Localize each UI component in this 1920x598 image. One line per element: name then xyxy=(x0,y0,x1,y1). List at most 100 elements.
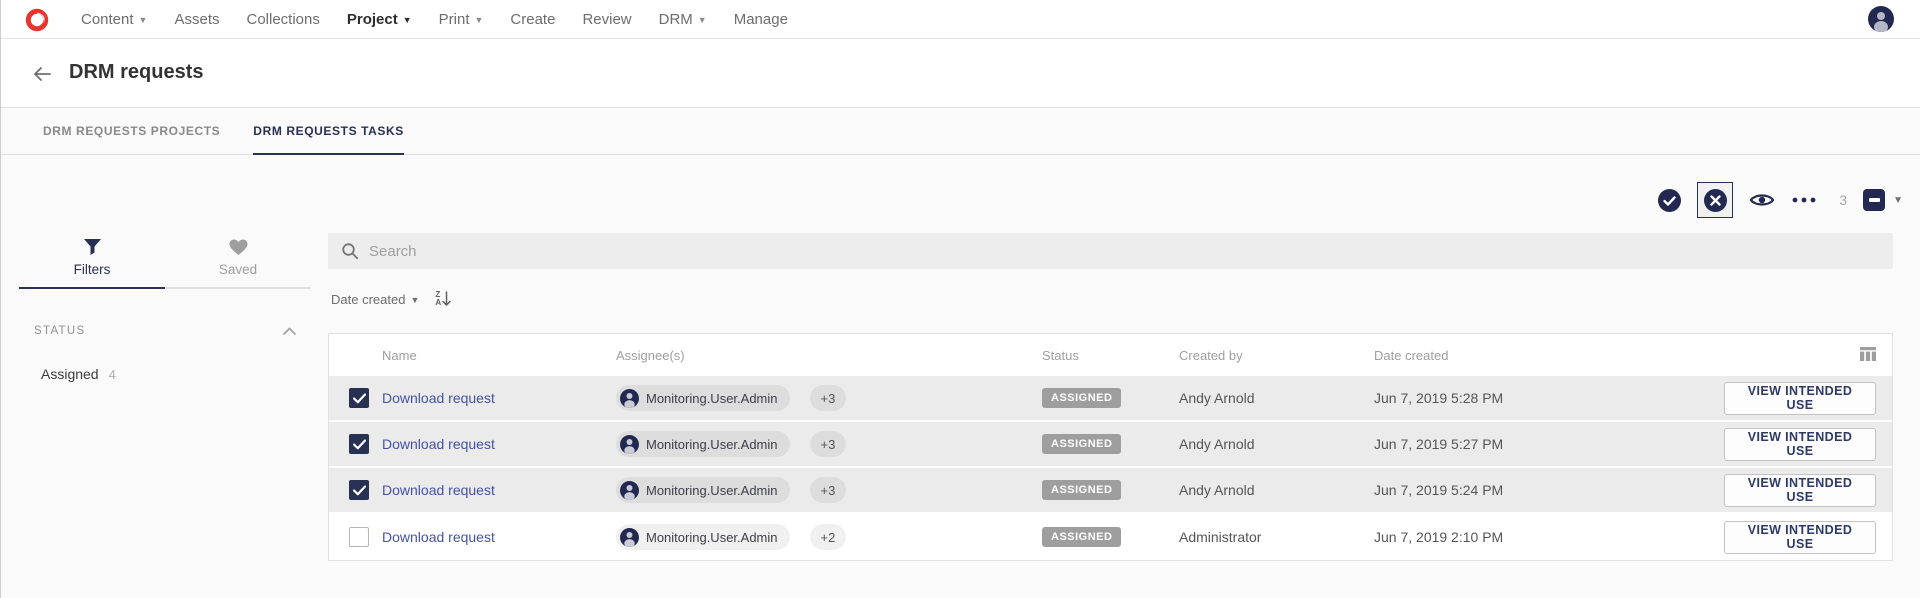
list-view-icon xyxy=(1863,189,1885,211)
table-header-row: Name Assignee(s) Status Created by Date … xyxy=(329,334,1892,376)
row-checkbox[interactable] xyxy=(349,434,369,454)
user-avatar-icon xyxy=(620,528,639,547)
chevron-down-icon: ▼ xyxy=(403,13,412,25)
user-avatar-icon xyxy=(620,435,639,454)
selection-toolbar: 3 ▼ xyxy=(1658,182,1903,218)
more-options-icon[interactable] xyxy=(1791,196,1817,204)
check-icon xyxy=(353,485,366,496)
tasks-table: Name Assignee(s) Status Created by Date … xyxy=(328,333,1893,561)
date-created-cell: Jun 7, 2019 5:24 PM xyxy=(1374,482,1724,498)
task-name-link[interactable]: Download request xyxy=(382,390,616,406)
filter-count: 4 xyxy=(109,367,116,382)
heart-icon xyxy=(229,239,248,256)
nav-item-project[interactable]: Project▼ xyxy=(347,11,412,28)
task-name-link[interactable]: Download request xyxy=(382,529,616,545)
created-by-cell: Andy Arnold xyxy=(1179,390,1374,406)
extra-assignees-pill[interactable]: +3 xyxy=(810,431,847,457)
chevron-down-icon: ▼ xyxy=(698,13,707,25)
chevron-down-icon: ▼ xyxy=(474,13,483,25)
nav-item-assets[interactable]: Assets xyxy=(174,11,219,28)
chevron-down-icon: ▼ xyxy=(139,13,148,25)
page-header: DRM requests xyxy=(1,39,1920,108)
nav-item-print[interactable]: Print▼ xyxy=(439,11,484,28)
column-header-assignees: Assignee(s) xyxy=(616,348,1042,363)
chevron-down-icon: ▼ xyxy=(410,293,419,305)
user-avatar[interactable] xyxy=(1868,6,1894,32)
tab-filters[interactable]: Filters xyxy=(19,231,165,289)
selection-count: 3 xyxy=(1839,192,1847,208)
assignee-chip: Monitoring.User.Admin xyxy=(616,385,790,411)
date-created-cell: Jun 7, 2019 5:28 PM xyxy=(1374,390,1724,406)
view-eye-icon[interactable] xyxy=(1749,191,1775,209)
table-row: Download request Monitoring.User.Admin +… xyxy=(329,468,1892,514)
assignees-cell: Monitoring.User.Admin +3 xyxy=(616,385,1042,411)
assignees-cell: Monitoring.User.Admin +2 xyxy=(616,524,1042,550)
date-created-cell: Jun 7, 2019 2:10 PM xyxy=(1374,529,1724,545)
nav-item-manage[interactable]: Manage xyxy=(734,11,788,28)
status-badge: ASSIGNED xyxy=(1042,527,1121,547)
created-by-cell: Andy Arnold xyxy=(1179,482,1374,498)
task-name-link[interactable]: Download request xyxy=(382,436,616,452)
view-intended-use-button[interactable]: VIEW INTENDED USE xyxy=(1724,474,1876,507)
user-avatar-icon xyxy=(620,389,639,408)
deselect-all-button[interactable] xyxy=(1697,182,1733,218)
status-badge: ASSIGNED xyxy=(1042,434,1121,454)
tab-saved[interactable]: Saved xyxy=(165,231,311,289)
row-checkbox[interactable] xyxy=(349,388,369,408)
filter-funnel-icon xyxy=(83,238,102,256)
app-logo-icon[interactable] xyxy=(24,7,50,33)
top-navigation-bar: Content▼ Assets Collections Project▼ Pri… xyxy=(1,0,1920,39)
created-by-cell: Administrator xyxy=(1179,529,1374,545)
table-row: Download request Monitoring.User.Admin +… xyxy=(329,376,1892,422)
search-bar xyxy=(328,233,1893,269)
extra-assignees-pill[interactable]: +3 xyxy=(810,385,847,411)
sort-controls: Date created ▼ ZA xyxy=(331,291,452,307)
back-arrow-icon[interactable] xyxy=(31,63,53,85)
table-row: Download request Monitoring.User.Admin +… xyxy=(329,514,1892,560)
search-icon xyxy=(341,242,359,260)
assignee-chip: Monitoring.User.Admin xyxy=(616,431,790,457)
nav-item-create[interactable]: Create xyxy=(510,11,555,28)
view-mode-selector[interactable]: ▼ xyxy=(1863,189,1903,211)
created-by-cell: Andy Arnold xyxy=(1179,436,1374,452)
page-title: DRM requests xyxy=(69,61,203,84)
column-settings-icon[interactable] xyxy=(1860,347,1876,364)
row-checkbox[interactable] xyxy=(349,527,369,547)
check-icon xyxy=(353,393,366,404)
table-row: Download request Monitoring.User.Admin +… xyxy=(329,422,1892,468)
filter-panel-tabs: Filters Saved xyxy=(19,231,311,289)
check-icon xyxy=(353,439,366,450)
nav-item-drm[interactable]: DRM▼ xyxy=(659,11,707,28)
sort-field-dropdown[interactable]: Date created xyxy=(331,292,405,307)
task-name-link[interactable]: Download request xyxy=(382,482,616,498)
select-all-icon[interactable] xyxy=(1658,189,1681,212)
column-header-status: Status xyxy=(1042,348,1179,363)
user-avatar-icon xyxy=(620,481,639,500)
view-intended-use-button[interactable]: VIEW INTENDED USE xyxy=(1724,382,1876,415)
sort-order-toggle[interactable]: ZA xyxy=(435,291,452,307)
row-checkbox[interactable] xyxy=(349,480,369,500)
extra-assignees-pill[interactable]: +2 xyxy=(810,524,847,550)
assignees-cell: Monitoring.User.Admin +3 xyxy=(616,477,1042,503)
status-section-header[interactable]: STATUS xyxy=(34,325,296,337)
search-input[interactable] xyxy=(369,243,1893,260)
view-intended-use-button[interactable]: VIEW INTENDED USE xyxy=(1724,428,1876,461)
chevron-up-icon xyxy=(283,327,296,335)
column-header-date-created: Date created xyxy=(1374,348,1724,363)
nav-item-collections[interactable]: Collections xyxy=(246,11,319,28)
date-created-cell: Jun 7, 2019 5:27 PM xyxy=(1374,436,1724,452)
tab-drm-requests-tasks[interactable]: DRM REQUESTS TASKS xyxy=(253,108,404,155)
arrow-down-icon xyxy=(441,291,452,307)
column-header-created-by: Created by xyxy=(1179,348,1374,363)
assignee-chip: Monitoring.User.Admin xyxy=(616,477,790,503)
tab-drm-requests-projects[interactable]: DRM REQUESTS PROJECTS xyxy=(43,108,220,155)
extra-assignees-pill[interactable]: +3 xyxy=(810,477,847,503)
column-header-name: Name xyxy=(382,348,616,363)
nav-item-review[interactable]: Review xyxy=(582,11,631,28)
assignee-chip: Monitoring.User.Admin xyxy=(616,524,790,550)
status-badge: ASSIGNED xyxy=(1042,480,1121,500)
nav-item-content[interactable]: Content▼ xyxy=(81,11,147,28)
deselect-icon xyxy=(1704,189,1727,212)
view-intended-use-button[interactable]: VIEW INTENDED USE xyxy=(1724,521,1876,554)
filter-item-assigned[interactable]: Assigned4 xyxy=(41,366,116,382)
